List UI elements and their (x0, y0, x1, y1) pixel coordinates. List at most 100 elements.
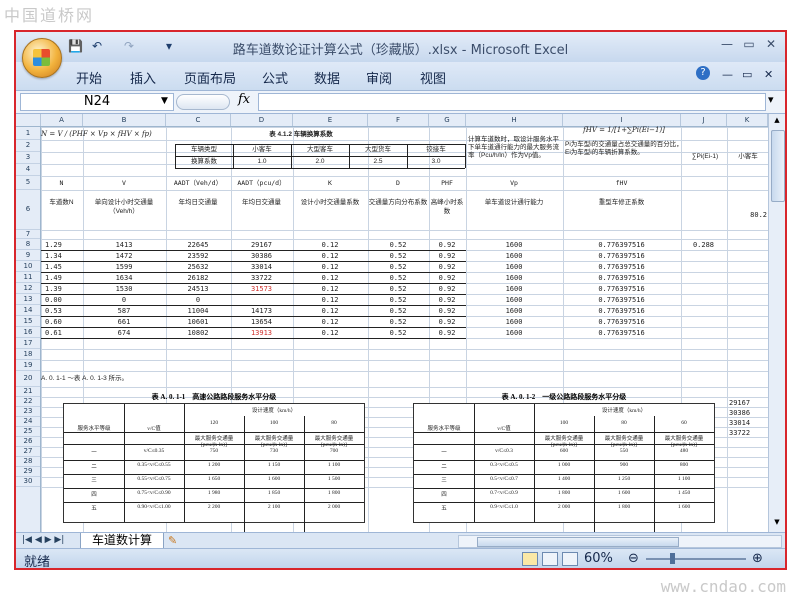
row-header[interactable]: 5 (16, 176, 40, 190)
office-button[interactable] (22, 38, 62, 78)
data-cell[interactable]: 0.92 (429, 328, 465, 338)
row-header[interactable]: 1 (16, 127, 40, 140)
data-cell[interactable]: 0.60 (41, 317, 86, 327)
sheet-nav-icons[interactable]: |◀ ◀ ▶ ▶| (22, 535, 64, 545)
data-cell[interactable]: 1413 (83, 240, 165, 250)
vertical-scroll-thumb[interactable] (771, 130, 785, 202)
column-header[interactable]: D (231, 114, 293, 126)
data-cell[interactable]: 1600 (466, 284, 562, 294)
ribbon-restore-button[interactable]: ▭ (742, 68, 752, 81)
symbol-cell[interactable]: PHF (429, 178, 465, 188)
data-cell[interactable]: 29167 (231, 240, 292, 250)
data-cell[interactable]: 0 (166, 295, 230, 305)
row-header[interactable]: 18 (16, 349, 40, 360)
data-cell[interactable]: 0.92 (429, 240, 465, 250)
conversion-header[interactable]: 车辆类型 (175, 145, 233, 155)
data-cell[interactable]: 30386 (231, 251, 292, 261)
conversion-value[interactable]: 3.0 (407, 157, 465, 167)
cell-area[interactable]: N = V / (PHF × Vp × fHV × fp) 表 4.1.2 车辆换… (41, 126, 768, 532)
row-header[interactable]: 7 (16, 230, 40, 239)
data-cell[interactable]: 0.12 (293, 262, 367, 272)
conversion-header[interactable]: 铰接车 (407, 145, 465, 155)
data-cell[interactable]: 0.52 (368, 306, 428, 316)
row-header[interactable]: 27 (16, 447, 40, 457)
close-button[interactable]: ✕ (762, 37, 780, 53)
row-header[interactable]: 17 (16, 338, 40, 349)
data-cell[interactable]: 0.12 (293, 284, 367, 294)
data-cell[interactable]: 0.12 (293, 240, 367, 250)
data-cell[interactable]: 0.776397516 (563, 273, 680, 283)
data-cell[interactable]: 33014 (231, 262, 292, 272)
description-cell[interactable]: 单向设计小时交通量（Veh/h） (83, 198, 165, 222)
column-header[interactable]: K (727, 114, 768, 126)
column-header[interactable]: B (83, 114, 166, 126)
tab-home[interactable]: 开始 (76, 68, 102, 87)
column-header[interactable]: F (368, 114, 429, 126)
select-all-corner[interactable] (16, 114, 41, 126)
data-cell[interactable]: 0.12 (293, 295, 367, 305)
data-cell[interactable]: 0.776397516 (563, 328, 680, 338)
data-cell[interactable]: 0.52 (368, 273, 428, 283)
conversion-value[interactable]: 2.0 (291, 157, 349, 167)
data-cell[interactable]: 1634 (83, 273, 165, 283)
data-cell[interactable]: 1599 (83, 262, 165, 272)
data-cell[interactable]: 1.34 (41, 251, 86, 261)
column-header[interactable]: A (41, 114, 83, 126)
symbol-cell[interactable]: V (83, 178, 165, 188)
note-row20-cell[interactable]: A. 0. 1-1 ～表 A. 0. 1-3 所示。 (41, 374, 241, 384)
row-header[interactable]: 2 (16, 140, 40, 152)
tab-formulas[interactable]: 公式 (262, 68, 288, 87)
sheet-tab-active[interactable]: 车道数计算 (80, 533, 164, 549)
scroll-up-icon[interactable]: ▲ (771, 116, 783, 126)
column-header[interactable]: C (166, 114, 231, 126)
row-header[interactable]: 14 (16, 305, 40, 316)
data-cell[interactable]: 0.92 (429, 273, 465, 283)
description-cell[interactable]: 高峰小时系数 (429, 198, 465, 222)
conversion-table-title[interactable]: 表 4.1.2 车辆换算系数 (231, 130, 371, 140)
data-cell[interactable]: 1600 (466, 306, 562, 316)
symbol-cell[interactable]: D (368, 178, 428, 188)
k6-cell[interactable]: 80.2 (727, 210, 767, 220)
row-header[interactable]: 10 (16, 261, 40, 272)
insert-sheet-icon[interactable]: ✎ (168, 534, 177, 547)
column-header[interactable]: E (293, 114, 368, 126)
data-cell[interactable]: 0.776397516 (563, 317, 680, 327)
vertical-scrollbar[interactable]: ▲ ▼ (768, 114, 785, 532)
data-cell[interactable]: 10802 (166, 328, 230, 338)
k-side-value[interactable]: 30386 (729, 408, 767, 418)
fhv-note-cell[interactable]: Pi为车型i的交通量占总交通量的百分比，Ei为车型i的车辆折算系数。 (565, 141, 683, 171)
data-cell[interactable]: 0.92 (429, 284, 465, 294)
data-cell[interactable]: 0.00 (41, 295, 86, 305)
description-cell[interactable]: 车道数N (41, 198, 82, 222)
data-cell[interactable]: 0.776397516 (563, 306, 680, 316)
row-header[interactable]: 9 (16, 250, 40, 261)
data-cell[interactable]: 1600 (466, 317, 562, 327)
data-cell[interactable]: 0.52 (368, 295, 428, 305)
data-cell[interactable]: 661 (83, 317, 165, 327)
data-cell[interactable]: 13654 (231, 317, 292, 327)
normal-view-icon[interactable] (522, 552, 538, 566)
symbol-cell[interactable]: Vp (466, 178, 562, 188)
row-header[interactable]: 23 (16, 407, 40, 417)
page-break-view-icon[interactable] (562, 552, 578, 566)
data-cell[interactable]: 0.52 (368, 251, 428, 261)
scroll-down-icon[interactable]: ▼ (771, 518, 783, 528)
formula-n-cell[interactable]: N = V / (PHF × Vp × fHV × fp) (41, 129, 166, 149)
row-header[interactable]: 26 (16, 437, 40, 447)
row-header[interactable]: 19 (16, 360, 40, 371)
k-header-cell[interactable]: 小客车 (729, 152, 767, 164)
data-cell[interactable]: 24513 (166, 284, 230, 294)
name-box[interactable]: N24 (20, 93, 174, 111)
data-cell[interactable]: 0.12 (293, 251, 367, 261)
expand-formula-bar-icon[interactable]: ▾ (768, 93, 774, 106)
data-cell[interactable]: 0.53 (41, 306, 86, 316)
fhv-formula-cell[interactable]: fHV = 1/[1+∑Pi(Ei−1)] (565, 126, 683, 138)
data-cell[interactable]: 1472 (83, 251, 165, 261)
symbol-cell[interactable]: K (293, 178, 367, 188)
chevron-down-icon[interactable]: ▼ (161, 93, 168, 109)
zoom-slider-thumb[interactable] (670, 553, 675, 564)
conversion-header[interactable]: 大型客车 (291, 145, 349, 155)
data-cell[interactable]: 23592 (166, 251, 230, 261)
data-cell[interactable]: 1.49 (41, 273, 86, 283)
zoom-level[interactable]: 60% (584, 551, 613, 566)
